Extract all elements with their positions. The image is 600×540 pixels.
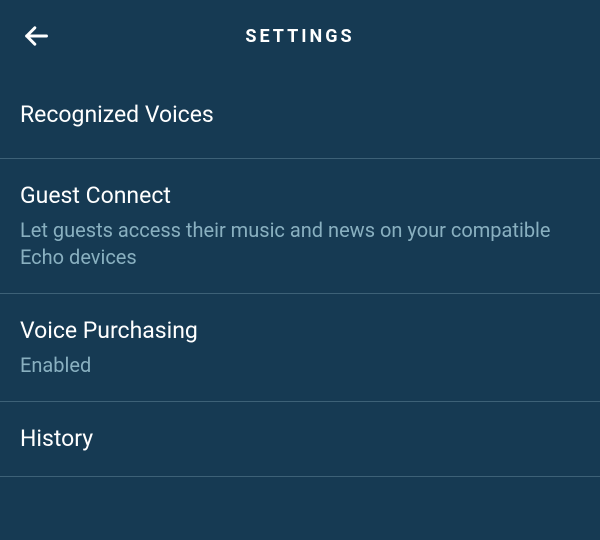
list-item-title: Voice Purchasing bbox=[20, 316, 580, 346]
list-item-history[interactable]: History bbox=[0, 402, 600, 477]
back-button[interactable] bbox=[16, 16, 56, 56]
list-item-guest-connect[interactable]: Guest Connect Let guests access their mu… bbox=[0, 159, 600, 294]
list-item-subtitle: Let guests access their music and news o… bbox=[20, 217, 580, 271]
list-item-title: Guest Connect bbox=[20, 181, 580, 211]
list-item-voice-purchasing[interactable]: Voice Purchasing Enabled bbox=[0, 294, 600, 402]
settings-list: Recognized Voices Guest Connect Let gues… bbox=[0, 72, 600, 477]
arrow-left-icon bbox=[22, 22, 50, 50]
list-item-title: History bbox=[20, 424, 580, 454]
list-item-recognized-voices[interactable]: Recognized Voices bbox=[0, 72, 600, 159]
list-item-title: Recognized Voices bbox=[20, 100, 580, 130]
header: SETTINGS bbox=[0, 0, 600, 72]
list-item-subtitle: Enabled bbox=[20, 352, 580, 379]
page-title: SETTINGS bbox=[20, 26, 580, 47]
